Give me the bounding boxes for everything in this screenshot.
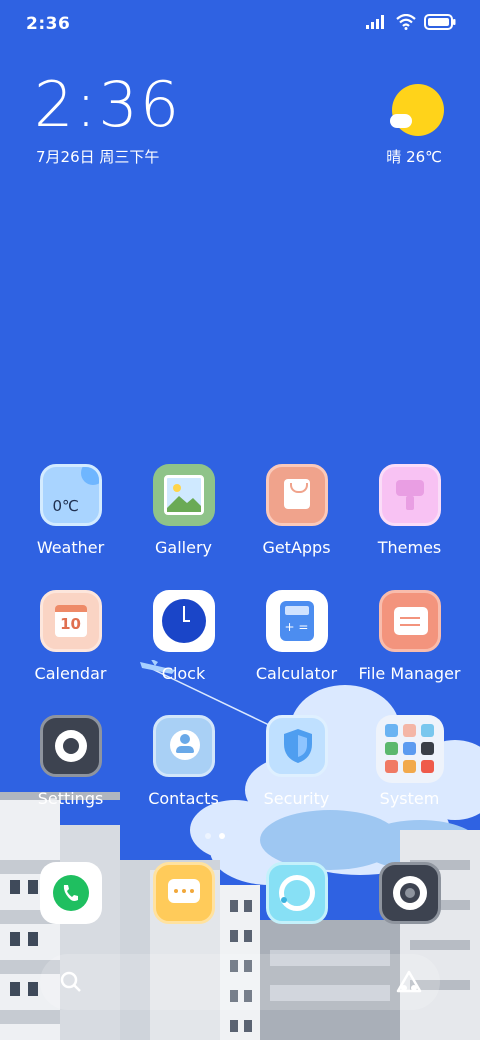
app-gallery[interactable]: Gallery (127, 464, 240, 557)
gear-icon (39, 715, 102, 777)
app-clock[interactable]: Clock (127, 590, 240, 683)
app-label: File Manager (358, 664, 461, 683)
paintbrush-icon (378, 464, 441, 526)
contact-icon (152, 715, 215, 777)
clock-icon (152, 590, 215, 652)
app-security[interactable]: Security (240, 715, 353, 808)
calculator-icon: + = (265, 590, 328, 652)
dock-browser[interactable] (240, 862, 353, 924)
calendar-icon: 10 (39, 590, 102, 652)
gallery-icon (152, 464, 215, 526)
weather-app-temp: 0℃ (52, 497, 79, 515)
app-calculator[interactable]: + = Calculator (240, 590, 353, 683)
camera-icon (378, 862, 441, 924)
app-calendar[interactable]: 10 Calendar (14, 590, 127, 683)
app-label: Weather (36, 538, 105, 557)
app-label: Clock (161, 664, 206, 683)
app-settings[interactable]: Settings (14, 715, 127, 808)
signal-icon (366, 15, 384, 29)
app-label: System (379, 789, 440, 808)
app-contacts[interactable]: Contacts (127, 715, 240, 808)
search-icon (60, 971, 81, 992)
status-icons (366, 14, 456, 30)
search-bar[interactable] (40, 954, 440, 1010)
app-label: Themes (377, 538, 442, 557)
assistant-icon[interactable] (396, 970, 422, 994)
messages-icon (152, 862, 215, 924)
cloud-icon (390, 114, 412, 128)
phone-icon (39, 862, 102, 924)
app-file-manager[interactable]: File Manager (353, 590, 466, 683)
browser-icon (265, 862, 328, 924)
widget-weather: 晴 26℃ (386, 148, 442, 166)
shield-icon (265, 715, 328, 777)
weather-app-icon: 0℃ (39, 464, 102, 526)
app-themes[interactable]: Themes (353, 464, 466, 557)
dock-messages[interactable] (127, 862, 240, 924)
app-weather[interactable]: 0℃ Weather (14, 464, 127, 557)
page-indicator-dot-active[interactable] (219, 833, 225, 839)
status-bar-time: 2:36 (26, 14, 71, 34)
app-label: Calculator (255, 664, 338, 683)
folder-icon (378, 590, 441, 652)
app-label: Security (263, 789, 330, 808)
wifi-icon (396, 14, 416, 30)
shopping-bag-icon (265, 464, 328, 526)
dock-camera[interactable] (353, 862, 466, 924)
dock-phone[interactable] (14, 862, 127, 924)
widget-date: 7月26日 周三下午 (36, 148, 160, 166)
app-getapps[interactable]: GetApps (240, 464, 353, 557)
app-label: Calendar (34, 664, 107, 683)
app-label: Contacts (148, 789, 219, 808)
app-label: GetApps (262, 538, 331, 557)
widget-clock-time[interactable]: 2:36 (34, 74, 181, 136)
page-indicator-dot[interactable] (205, 833, 211, 839)
app-label: Gallery (155, 538, 212, 557)
folder-grid-icon (375, 715, 444, 783)
calendar-day: 10 (60, 615, 81, 633)
app-folder-system[interactable]: System (353, 715, 466, 808)
battery-icon (424, 14, 456, 30)
sun-icon[interactable] (392, 84, 444, 136)
app-label: Settings (37, 789, 104, 808)
